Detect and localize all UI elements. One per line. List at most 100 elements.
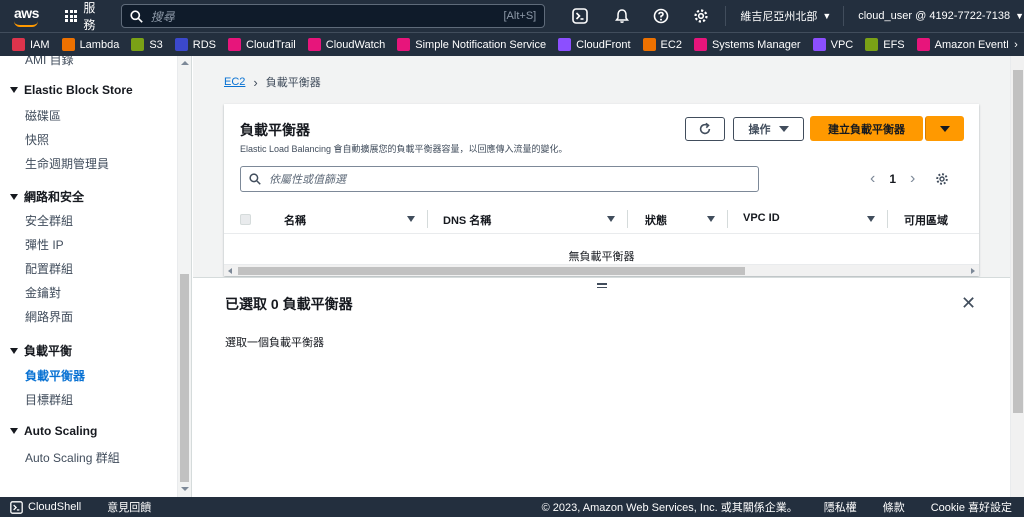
region-selector[interactable]: 維吉尼亞州北部 ▼ bbox=[740, 8, 831, 24]
search-input[interactable]: 搜尋 [Alt+S] bbox=[120, 4, 546, 28]
select-all-checkbox[interactable] bbox=[240, 214, 251, 225]
aws-logo[interactable]: aws bbox=[12, 3, 47, 29]
previous-page-icon[interactable]: ‹ bbox=[870, 170, 875, 188]
favorite-iam[interactable]: IAM bbox=[12, 38, 50, 51]
breadcrumb-ec2-link[interactable]: EC2 bbox=[224, 76, 245, 88]
actions-dropdown-button[interactable]: 操作 bbox=[733, 117, 804, 141]
sidebar-item-target-groups[interactable]: 目標群組 bbox=[25, 391, 73, 408]
scroll-up-arrow-icon[interactable] bbox=[181, 61, 189, 65]
caret-down-icon bbox=[10, 428, 18, 434]
sidebar-item-volumes[interactable]: 磁碟區 bbox=[25, 107, 61, 124]
favorite-ec2[interactable]: EC2 bbox=[642, 38, 682, 51]
page-scrollbar[interactable] bbox=[1010, 56, 1024, 497]
settings-gear-icon[interactable] bbox=[688, 3, 714, 29]
scroll-left-arrow-icon[interactable] bbox=[228, 268, 232, 274]
favorite-label: Systems Manager bbox=[711, 38, 801, 51]
favorite-label: S3 bbox=[149, 38, 163, 51]
current-page-number[interactable]: 1 bbox=[889, 172, 896, 186]
refresh-button[interactable] bbox=[685, 117, 725, 141]
create-load-balancer-button[interactable]: 建立負載平衡器 bbox=[810, 116, 923, 141]
favorite-rds[interactable]: RDS bbox=[174, 38, 216, 51]
resize-handle-icon[interactable] bbox=[597, 283, 607, 290]
favorite-cloudtrail[interactable]: CloudTrail bbox=[228, 38, 296, 51]
sidebar-item-security-groups[interactable]: 安全群組 bbox=[25, 212, 73, 229]
cookie-preferences-link[interactable]: Cookie 喜好設定 bbox=[931, 499, 1012, 515]
favorite-vpc[interactable]: VPC bbox=[812, 38, 853, 51]
column-header-dns-name[interactable]: DNS 名稱 bbox=[443, 212, 491, 228]
scroll-down-arrow-icon[interactable] bbox=[181, 487, 189, 491]
nav-divider bbox=[725, 6, 727, 26]
favorite-cloudfront[interactable]: CloudFront bbox=[558, 38, 631, 51]
chevron-right-icon: › bbox=[253, 74, 258, 90]
column-header-vpc-id[interactable]: VPC ID bbox=[743, 212, 780, 224]
column-header-availability-zones[interactable]: 可用區域 bbox=[904, 212, 948, 228]
sidebar-section-load-balancing[interactable]: 負載平衡 bbox=[10, 342, 72, 359]
caret-down-icon bbox=[10, 87, 18, 93]
services-menu-button[interactable]: 服務 bbox=[65, 0, 106, 33]
sidebar-item-elastic-ips[interactable]: 彈性 IP bbox=[25, 236, 64, 253]
feedback-link[interactable]: 意見回饋 bbox=[107, 499, 151, 515]
cloudwatch-icon bbox=[307, 38, 321, 51]
favorite-simple-notification-service[interactable]: Simple Notification Service bbox=[397, 38, 546, 51]
sidebar: AMI 目錄 Elastic Block Store 磁碟區 快照 生命週期管理… bbox=[0, 56, 192, 497]
sort-caret-icon[interactable] bbox=[407, 216, 415, 222]
column-header-name[interactable]: 名稱 bbox=[284, 212, 306, 228]
column-divider bbox=[727, 210, 728, 228]
region-label: 維吉尼亞州北部 bbox=[740, 11, 818, 23]
next-page-icon[interactable]: › bbox=[910, 170, 915, 188]
account-menu[interactable]: cloud_user @ 4192-7722-7138 ▼ bbox=[858, 10, 1024, 22]
search-placeholder: 搜尋 bbox=[150, 9, 175, 24]
sidebar-item-lifecycle-manager[interactable]: 生命週期管理員 bbox=[25, 155, 109, 172]
page-scroll-thumb[interactable] bbox=[1013, 70, 1023, 413]
section-title: 網路和安全 bbox=[24, 190, 85, 204]
cloudshell-icon[interactable] bbox=[567, 3, 593, 29]
favorite-systems-manager[interactable]: Systems Manager bbox=[693, 38, 801, 51]
privacy-link[interactable]: 隱私權 bbox=[824, 499, 857, 515]
favorite-cloudwatch[interactable]: CloudWatch bbox=[307, 38, 385, 51]
close-icon[interactable]: ✕ bbox=[961, 294, 976, 312]
cloudshell-button[interactable]: CloudShell bbox=[10, 500, 81, 514]
create-dropdown-button[interactable] bbox=[925, 116, 964, 141]
terms-link[interactable]: 條款 bbox=[883, 499, 905, 515]
sort-caret-icon[interactable] bbox=[607, 216, 615, 222]
panel-description: Elastic Load Balancing 會自動擴展您的負載平衡器容量，以回… bbox=[240, 144, 568, 154]
services-label: 服務 bbox=[83, 1, 96, 32]
sidebar-item-auto-scaling-groups[interactable]: Auto Scaling 群組 bbox=[25, 449, 120, 466]
split-panel-title: 已選取 0 負載平衡器 bbox=[225, 296, 353, 312]
account-label: cloud_user @ 4192-7722-7138 bbox=[858, 10, 1011, 22]
breadcrumb-current: 負載平衡器 bbox=[265, 77, 321, 89]
chevron-right-icon[interactable]: › bbox=[1008, 33, 1024, 56]
pagination: ‹ 1 › bbox=[870, 170, 949, 188]
sidebar-section-ebs[interactable]: Elastic Block Store bbox=[10, 83, 133, 97]
sidebar-scroll-thumb[interactable] bbox=[180, 274, 189, 482]
sidebar-item-snapshots[interactable]: 快照 bbox=[25, 131, 49, 148]
favorite-s3[interactable]: S3 bbox=[131, 38, 163, 51]
filter-input[interactable]: 依屬性或值篩選 bbox=[240, 166, 759, 192]
sidebar-item-load-balancers[interactable]: 負載平衡器 bbox=[25, 367, 85, 384]
help-icon[interactable] bbox=[648, 3, 674, 29]
favorite-lambda[interactable]: Lambda bbox=[61, 38, 119, 51]
section-title: Elastic Block Store bbox=[24, 83, 133, 97]
sort-caret-icon[interactable] bbox=[707, 216, 715, 222]
sidebar-item-ami-catalog[interactable]: AMI 目錄 bbox=[25, 56, 74, 68]
sidebar-section-network-security[interactable]: 網路和安全 bbox=[10, 188, 84, 205]
horizontal-scroll-thumb[interactable] bbox=[238, 267, 745, 275]
sidebar-item-placement-groups[interactable]: 配置群組 bbox=[25, 260, 73, 277]
caret-down-icon bbox=[940, 125, 950, 132]
preferences-gear-icon[interactable] bbox=[935, 172, 949, 186]
sort-caret-icon[interactable] bbox=[867, 216, 875, 222]
sidebar-item-key-pairs[interactable]: 金鑰對 bbox=[25, 284, 61, 301]
sidebar-section-auto-scaling[interactable]: Auto Scaling bbox=[10, 424, 97, 438]
sidebar-item-network-interfaces[interactable]: 網路界面 bbox=[25, 308, 73, 325]
table-horizontal-scrollbar[interactable] bbox=[224, 264, 979, 276]
scroll-right-arrow-icon[interactable] bbox=[971, 268, 975, 274]
split-panel-message: 選取一個負載平衡器 bbox=[225, 337, 324, 349]
sidebar-scrollbar[interactable] bbox=[177, 56, 191, 497]
page-title: 負載平衡器 bbox=[240, 122, 310, 138]
column-header-state[interactable]: 狀態 bbox=[645, 212, 667, 228]
notifications-bell-icon[interactable] bbox=[609, 3, 635, 29]
favorite-efs[interactable]: EFS bbox=[865, 38, 905, 51]
cloudshell-icon bbox=[10, 500, 23, 514]
favorite-label: IAM bbox=[30, 38, 50, 51]
column-divider bbox=[427, 210, 428, 228]
